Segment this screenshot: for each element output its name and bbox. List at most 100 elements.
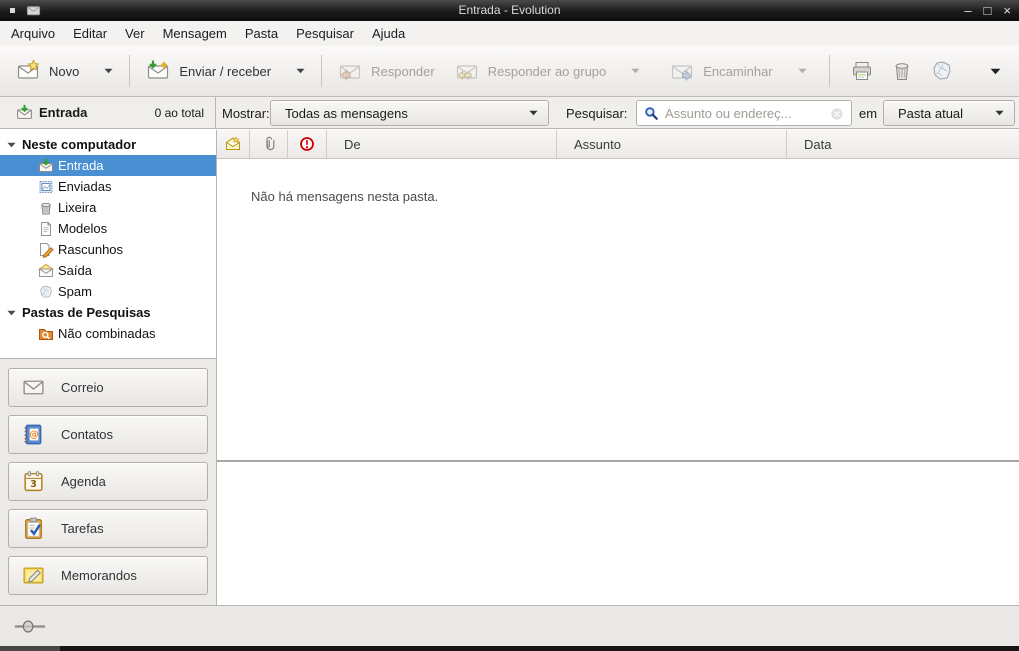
reply-button[interactable]: Responder xyxy=(328,53,445,89)
reply-group-button-label: Responder ao grupo xyxy=(488,64,607,79)
tree-group-pastas-de-pesquisas[interactable]: Pastas de Pesquisas xyxy=(0,302,216,323)
switcher-label: Memorandos xyxy=(61,568,137,583)
show-filter-value: Todas as mensagens xyxy=(285,106,408,121)
column-subject[interactable]: Assunto xyxy=(557,130,787,158)
folder-search-bar: Entrada 0 ao total Mostrar: Todas as men… xyxy=(0,97,1019,129)
menu-pasta[interactable]: Pasta xyxy=(236,22,287,45)
chevron-down-icon[interactable] xyxy=(296,68,305,74)
menu-pesquisar[interactable]: Pesquisar xyxy=(287,22,363,45)
menu-ajuda[interactable]: Ajuda xyxy=(363,22,414,45)
titlebar: Entrada - Evolution – □ × xyxy=(0,0,1019,21)
outbox-icon xyxy=(38,263,55,279)
switcher-tarefas[interactable]: Tarefas xyxy=(8,509,208,548)
tree-label: Spam xyxy=(58,284,92,299)
menu-ver[interactable]: Ver xyxy=(116,22,154,45)
svg-text:@: @ xyxy=(29,430,38,441)
tree-folder-modelos[interactable]: Modelos xyxy=(0,218,216,239)
current-folder-header: Entrada 0 ao total xyxy=(0,97,216,128)
junk-icon xyxy=(38,284,55,300)
drafts-icon xyxy=(38,242,55,258)
empty-folder-message: Não há mensagens nesta pasta. xyxy=(251,189,438,204)
chevron-down-icon xyxy=(529,110,538,116)
minimize-button[interactable]: – xyxy=(964,4,971,17)
send-receive-label: Enviar / receber xyxy=(179,64,271,79)
message-list-header: De Assunto Data xyxy=(217,130,1019,159)
message-list-pane: De Assunto Data Não há mensagens nesta p… xyxy=(217,130,1019,605)
inbox-icon xyxy=(38,158,55,174)
tree-label: Modelos xyxy=(58,221,107,236)
print-icon xyxy=(850,59,874,83)
chevron-down-icon[interactable] xyxy=(798,68,807,74)
menu-editar[interactable]: Editar xyxy=(64,22,116,45)
tree-folder-spam[interactable]: Spam xyxy=(0,281,216,302)
show-filter-dropdown[interactable]: Todas as mensagens xyxy=(270,100,549,126)
tree-label: Saída xyxy=(58,263,92,278)
folder-tree: Neste computador Entrada Enviadas Lixeira Mo… xyxy=(0,130,216,344)
folder-sidebar: Neste computador Entrada Enviadas Lixeira Mo… xyxy=(0,130,217,605)
window-title: Entrada - Evolution xyxy=(0,3,1019,17)
tree-folder-rascunhos[interactable]: Rascunhos xyxy=(0,239,216,260)
chevron-down-icon xyxy=(995,110,1004,116)
column-attachment[interactable] xyxy=(250,130,288,158)
reply-icon xyxy=(338,59,362,83)
bottom-edge xyxy=(0,646,1019,651)
tree-label: Rascunhos xyxy=(58,242,123,257)
tree-label: Pastas de Pesquisas xyxy=(22,305,151,320)
tree-label: Lixeira xyxy=(58,200,96,215)
column-status[interactable] xyxy=(217,130,250,158)
search-box xyxy=(636,100,852,126)
junk-button[interactable] xyxy=(922,53,962,89)
delete-icon xyxy=(890,59,914,83)
tree-group-neste-computador[interactable]: Neste computador xyxy=(0,134,216,155)
column-from[interactable]: De xyxy=(327,130,557,158)
toolbar: Novo Enviar / receber Responder Responde… xyxy=(0,46,1019,97)
new-mail-icon xyxy=(16,59,40,83)
expander-icon[interactable] xyxy=(7,310,20,316)
tree-folder-n-o-combinadas[interactable]: Não combinadas xyxy=(0,323,216,344)
tree-label: Enviadas xyxy=(58,179,111,194)
mail-icon xyxy=(21,375,46,400)
tree-folder-entrada[interactable]: Entrada xyxy=(0,155,216,176)
memos-icon xyxy=(21,563,46,588)
tree-label: Entrada xyxy=(58,158,104,173)
clear-search-icon[interactable] xyxy=(830,107,844,121)
send-receive-button[interactable]: Enviar / receber xyxy=(136,53,315,89)
search-scope-label: em xyxy=(859,106,877,121)
tree-folder-sa-da[interactable]: Saída xyxy=(0,260,216,281)
print-button[interactable] xyxy=(842,53,882,89)
calendar-icon: 3 xyxy=(21,469,46,494)
search-scope-dropdown[interactable]: Pasta atual xyxy=(883,100,1015,126)
reply-group-button[interactable]: Responder ao grupo xyxy=(445,53,651,89)
search-input[interactable] xyxy=(665,102,820,124)
new-button[interactable]: Novo xyxy=(6,53,123,89)
templates-icon xyxy=(38,221,55,237)
toolbar-overflow-button[interactable] xyxy=(980,62,1011,81)
column-priority[interactable] xyxy=(288,130,327,158)
priority-icon xyxy=(299,136,315,152)
attachment-icon xyxy=(261,136,277,152)
switcher-contatos[interactable]: @Contatos xyxy=(8,415,208,454)
show-label: Mostrar: xyxy=(222,106,270,121)
maximize-button[interactable]: □ xyxy=(984,4,992,17)
chevron-down-icon[interactable] xyxy=(631,68,640,74)
column-date[interactable]: Data xyxy=(787,130,1019,158)
switcher-correio[interactable]: Correio xyxy=(8,368,208,407)
delete-button[interactable] xyxy=(882,53,922,89)
menu-mensagem[interactable]: Mensagem xyxy=(154,22,236,45)
tree-label: Neste computador xyxy=(22,137,136,152)
menu-arquivo[interactable]: Arquivo xyxy=(2,22,64,45)
junk-icon xyxy=(930,59,954,83)
tree-folder-lixeira[interactable]: Lixeira xyxy=(0,197,216,218)
expander-icon[interactable] xyxy=(7,142,20,148)
close-button[interactable]: × xyxy=(1003,4,1011,17)
chevron-down-icon[interactable] xyxy=(104,68,113,74)
switcher-memorandos[interactable]: Memorandos xyxy=(8,556,208,595)
connection-status-icon[interactable] xyxy=(13,618,47,635)
switcher-label: Correio xyxy=(61,380,104,395)
preview-pane-splitter[interactable] xyxy=(217,460,1019,462)
search-icon[interactable] xyxy=(644,106,659,121)
current-folder-name: Entrada xyxy=(39,105,87,120)
switcher-agenda[interactable]: 3Agenda xyxy=(8,462,208,501)
forward-button[interactable]: Encaminhar xyxy=(660,53,816,89)
tree-folder-enviadas[interactable]: Enviadas xyxy=(0,176,216,197)
